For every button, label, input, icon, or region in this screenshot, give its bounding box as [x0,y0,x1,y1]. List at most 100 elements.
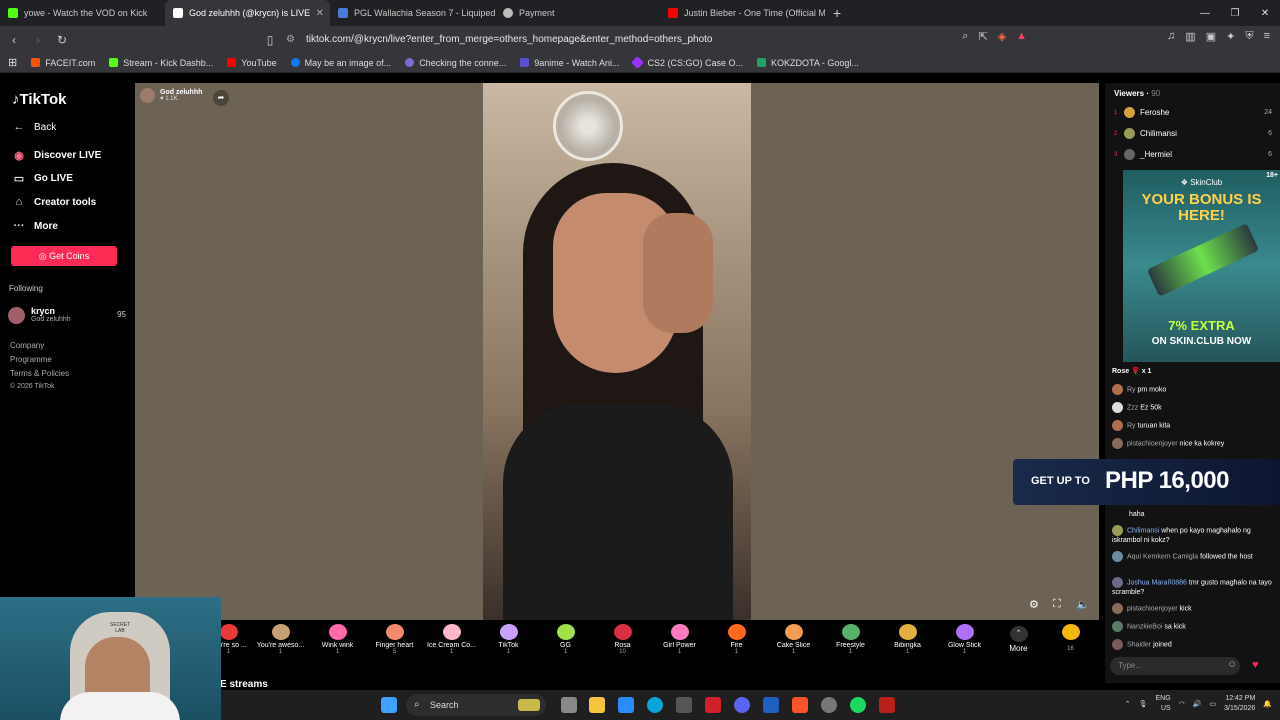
gift-item[interactable]: Rosa 10 [594,624,651,655]
close-window-icon[interactable]: ✕ [1250,8,1280,19]
bookmark-9anime[interactable]: 9anime - Watch Ani... [520,58,619,68]
minimize-icon[interactable]: — [1190,8,1220,19]
browser-tab-kick[interactable]: yowe - Watch the VOD on Kick [0,0,165,26]
brave-icon[interactable] [792,697,808,713]
gift-item[interactable]: Glow Stick 1 [936,624,993,655]
footer-terms[interactable]: Terms & Policies [10,369,69,378]
nav-creator-tools[interactable]: ⌂ Creator tools [12,196,97,208]
edge-icon[interactable] [647,697,663,713]
viewer-row[interactable]: 3 _Hermiel 6 [1114,149,1272,160]
gift-item[interactable]: GG 1 [537,624,594,655]
nav-go-live[interactable]: ▭ Go LIVE [12,172,73,185]
gift-item[interactable]: Finger heart 5 [366,624,423,655]
menu-icon[interactable]: ≡ [1264,30,1270,43]
share-arrow-icon[interactable]: ➦ [213,90,229,106]
viewer-row[interactable]: 1 Feroshe 24 [1114,107,1272,118]
dota-icon[interactable] [879,697,895,713]
sidebar-icon[interactable]: ▥ [1185,30,1195,43]
tiktok-favicon-icon [173,8,183,18]
gift-item[interactable]: TikTok 1 [480,624,537,655]
gift-item[interactable]: Wink wink 1 [309,624,366,655]
promo-banner[interactable]: GET UP TO PHP 16,000 [1013,459,1280,505]
rewards-icon[interactable]: ▲ [1016,30,1027,43]
gift-item[interactable]: Cake Slice 1 [765,624,822,655]
vscode-icon[interactable] [763,697,779,713]
skinclub-ad[interactable]: 18+ ❖ SkinClub YOUR BONUS IS HERE! 7% EX… [1123,170,1280,362]
volume-icon[interactable]: 🔈 [1076,598,1090,611]
gift-item[interactable]: Freestyle 1 [822,624,879,655]
share-icon[interactable]: ⇱ [978,30,987,43]
bookmark-checking[interactable]: Checking the conne... [405,58,506,68]
back-arrow-icon[interactable]: ‹ [4,33,24,47]
wallet-icon[interactable]: ▣ [1206,30,1216,43]
wifi-icon[interactable]: ◠ [1179,700,1185,708]
spotify-icon[interactable] [850,697,866,713]
file-explorer-icon[interactable] [589,697,605,713]
chevron-up-icon[interactable]: ⌃ [1125,700,1131,708]
speaker-icon[interactable]: 🔊 [1193,700,1202,708]
bookmark-youtube[interactable]: YouTube [227,58,277,68]
steam-icon[interactable] [821,697,837,713]
clock[interactable]: 12:42 PM 3/15/2026 [1224,694,1255,714]
nav-discover-live[interactable]: ◉ Discover LIVE [12,149,101,162]
viewers-header[interactable]: Viewers · 90 [1114,89,1160,98]
vpn-icon[interactable]: ⛨ [1245,30,1253,43]
coin-balance[interactable]: 16 [1042,624,1099,652]
footer-company[interactable]: Company [10,341,44,350]
chat-input[interactable]: Type... [1110,657,1240,675]
browser-tab-tiktok[interactable]: God zeluhhh (@krycn) is LIVE ✕ [165,0,330,26]
widget-icon[interactable] [518,699,540,711]
following-item-krycn[interactable]: krycn God zeluhhh 95 [8,305,128,325]
browser-tab-liquipedia[interactable]: PGL Wallachia Season 7 - Liquipedia [330,0,495,26]
host-info[interactable]: God zeluhhh ♥ 1.1K [140,88,202,103]
reload-icon[interactable]: ↻ [52,33,72,47]
discord-icon[interactable] [734,697,750,713]
new-tab-button[interactable]: + [833,5,841,21]
bookmark-kokzdota[interactable]: KOKZDOTA - Googl... [756,58,859,68]
browser-tab-payment[interactable]: Payment [495,0,660,26]
bookmark-cs2[interactable]: CS2 (CS:GO) Case O... [631,56,743,69]
zoom-icon[interactable]: ⌕ [962,30,968,43]
gift-item[interactable]: Fire 1 [708,624,765,655]
tiktok-logo[interactable]: ♪TikTok [12,91,66,108]
windows-start-icon[interactable] [381,697,397,713]
forward-arrow-icon[interactable]: › [28,33,48,47]
gifts-more-button[interactable]: ⌃ More [990,626,1047,653]
live-video[interactable] [483,83,751,620]
battery-icon[interactable]: ▭ [1210,700,1217,708]
apps-grid-icon[interactable]: ⊞ [8,56,17,69]
browser-tab-youtube[interactable]: Justin Bieber - One Time (Official Mu... [660,0,825,26]
bookmark-kick-dashboard[interactable]: Stream - Kick Dashb... [109,58,213,68]
bookmark-facebook[interactable]: May be an image of... [290,58,391,68]
site-info-icon[interactable]: ⚙ [286,30,295,49]
copilot-icon[interactable] [618,697,634,713]
gift-item[interactable]: You're aweso... 1 [252,624,309,655]
get-coins-button[interactable]: ◎ Get Coins [11,246,117,266]
footer-programme[interactable]: Programme [10,355,52,364]
leo-ai-icon[interactable]: ✦ [1226,30,1235,43]
nav-more[interactable]: ··· More [12,220,58,232]
restore-icon[interactable]: ❐ [1220,8,1250,19]
emoji-icon[interactable]: ☺ [1227,659,1237,670]
settings-icon[interactable]: ⚙ [1029,598,1039,611]
close-tab-icon[interactable]: ✕ [316,8,324,19]
media-icon[interactable]: ♫ [1167,30,1175,43]
microphone-icon[interactable]: 🎙 [1139,700,1148,708]
store-icon[interactable] [676,697,692,713]
language-indicator[interactable]: ENG US [1156,694,1171,714]
gift-item[interactable]: Girl Power 1 [651,624,708,655]
fullscreen-icon[interactable]: ⛶ [1053,598,1061,611]
brave-shield-icon[interactable]: ◈ [998,30,1006,43]
like-heart-icon[interactable]: ♥ [1252,659,1259,671]
valorant-icon[interactable] [705,697,721,713]
bookmark-icon[interactable]: ▯ [260,33,280,47]
notification-bell-icon[interactable]: 🔔 [1263,700,1272,708]
address-bar[interactable]: ⚙ tiktok.com/@krycn/live?enter_from_merge… [280,30,1000,49]
gift-item[interactable]: Bibingka 1 [879,624,936,655]
task-view-icon[interactable] [561,697,577,713]
gift-item[interactable]: Ice Cream Co... 1 [423,624,480,655]
nav-back[interactable]: ← Back [12,121,57,133]
viewer-row[interactable]: 2 Chilimansi 6 [1114,128,1272,139]
host-avatar[interactable] [140,88,155,103]
bookmark-faceit[interactable]: FACEIT.com [31,58,95,68]
